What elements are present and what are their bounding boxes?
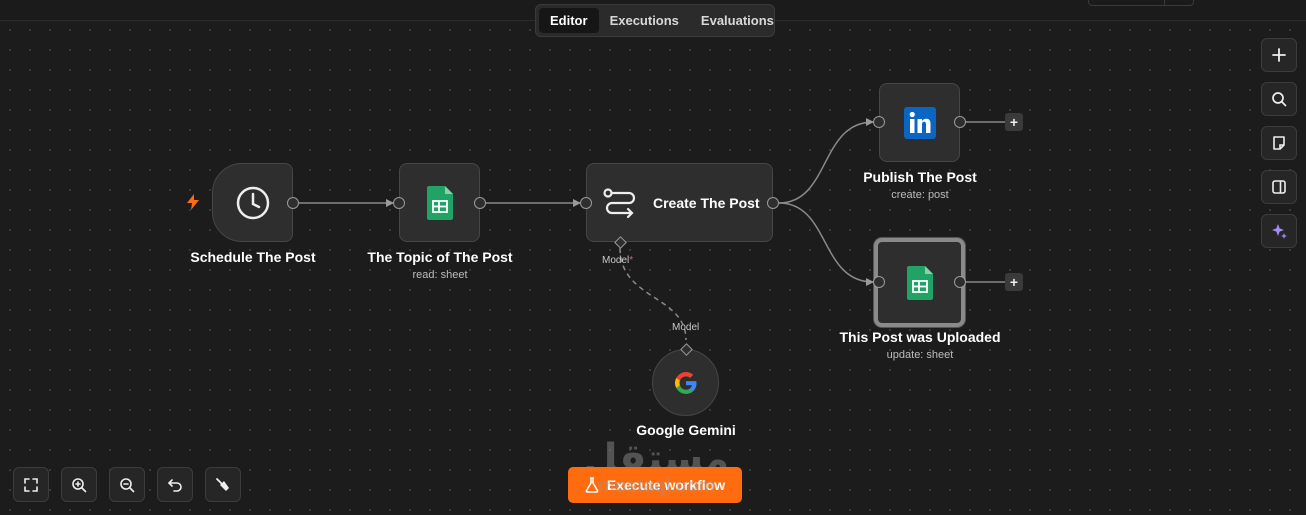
- google-sheets-icon: [426, 185, 453, 220]
- google-sheets-icon: [906, 265, 933, 300]
- output-port[interactable]: [287, 197, 299, 209]
- node-subtitle: create: post: [891, 189, 949, 201]
- ai-sparkle-icon: [1272, 224, 1287, 239]
- watermark-latin: mostaql.com: [598, 476, 716, 497]
- node-topic[interactable]: [399, 163, 480, 242]
- side-panel-button[interactable]: [1261, 170, 1297, 204]
- fit-view-icon: [24, 477, 38, 492]
- node-subtitle: read: sheet: [412, 269, 468, 281]
- clean-up-button[interactable]: [205, 467, 241, 502]
- ai-assistant-button[interactable]: [1261, 214, 1297, 248]
- search-icon: [1272, 92, 1287, 107]
- ai-agent-route-icon: [603, 187, 636, 218]
- output-port[interactable]: [954, 116, 966, 128]
- linkedin-icon: [903, 106, 936, 139]
- zoom-out-icon: [120, 477, 135, 492]
- model-port-label: Model*: [602, 255, 633, 266]
- add-node-panel-button[interactable]: [1261, 38, 1297, 72]
- zoom-in-icon: [72, 477, 87, 492]
- add-node-button[interactable]: +: [1005, 273, 1023, 291]
- undo-icon: [168, 478, 182, 492]
- gemini-port-label: Model: [672, 322, 700, 333]
- sticky-note-button[interactable]: [1261, 126, 1297, 160]
- node-subtitle: update: sheet: [886, 349, 954, 361]
- node-create-post[interactable]: Create The Post: [586, 163, 773, 242]
- model-port-text: Model: [602, 255, 630, 266]
- required-mark: *: [629, 255, 634, 266]
- node-title: This Post was Uploaded: [839, 329, 1001, 345]
- input-port[interactable]: [873, 276, 885, 288]
- node-title: The Topic of The Post: [367, 249, 513, 265]
- output-port[interactable]: [474, 197, 486, 209]
- input-port[interactable]: [580, 197, 592, 209]
- node-publish-post[interactable]: [879, 83, 960, 162]
- zoom-in-button[interactable]: [61, 467, 97, 502]
- output-port[interactable]: [954, 276, 966, 288]
- node-schedule[interactable]: [212, 163, 293, 242]
- fit-view-button[interactable]: [13, 467, 49, 502]
- node-title: Publish The Post: [863, 169, 977, 185]
- node-title: Create The Post: [653, 194, 760, 211]
- undo-button[interactable]: [157, 467, 193, 502]
- input-port[interactable]: [873, 116, 885, 128]
- connection-create-publish: [778, 118, 874, 204]
- clean-up-icon: [216, 477, 229, 491]
- plus-icon: [1272, 48, 1286, 62]
- node-post-uploaded[interactable]: [874, 238, 965, 327]
- add-node-button[interactable]: +: [1005, 113, 1023, 131]
- input-port[interactable]: [393, 197, 405, 209]
- node-title: Schedule The Post: [190, 249, 316, 265]
- search-button[interactable]: [1261, 82, 1297, 116]
- output-port[interactable]: [767, 197, 779, 209]
- zoom-out-button[interactable]: [109, 467, 145, 502]
- google-icon: [674, 371, 696, 394]
- trigger-bolt-icon: [187, 194, 199, 210]
- node-google-gemini[interactable]: [652, 349, 719, 416]
- side-panel-icon: [1272, 180, 1286, 194]
- clock-icon: [236, 186, 269, 219]
- sticky-note-icon: [1273, 136, 1285, 150]
- flask-icon: [585, 477, 599, 493]
- connection-create-uploaded: [778, 202, 874, 286]
